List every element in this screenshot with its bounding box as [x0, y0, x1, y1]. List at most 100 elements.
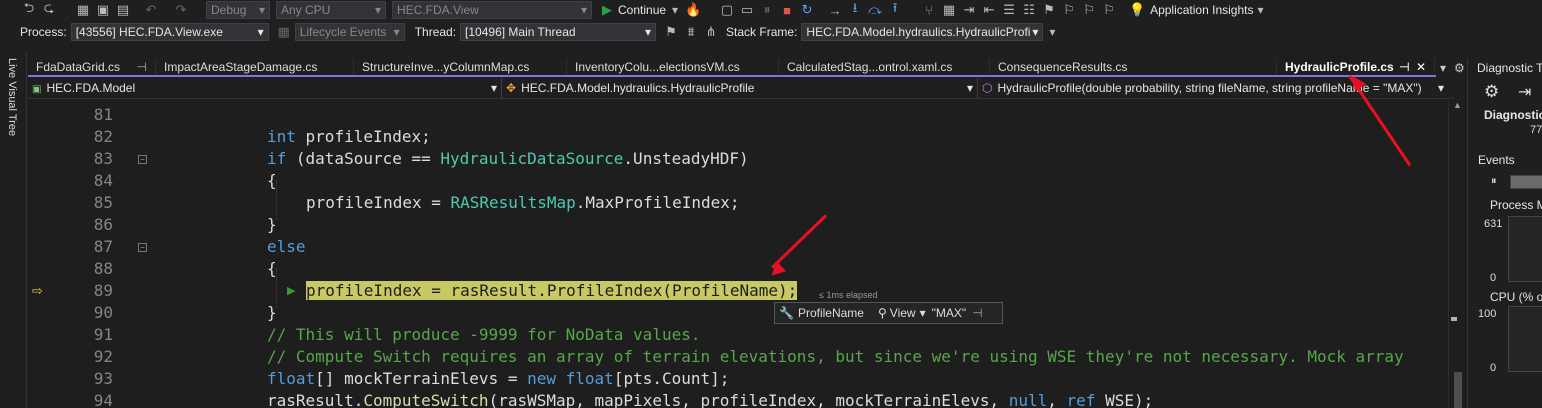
restart-icon[interactable]: ↻ — [798, 1, 816, 19]
code-line-91: // This will produce -9999 for NoData va… — [267, 325, 701, 344]
member-dropdown[interactable]: ⬡ HydraulicProfile(double probability, st… — [978, 78, 1448, 98]
process-icon[interactable]: ▢ — [718, 1, 736, 19]
comment-icon[interactable]: ☰ — [1000, 1, 1018, 19]
current-statement-highlight: profileIndex = rasResult.ProfileIndex(Pr… — [306, 281, 798, 300]
code-line-84: { — [267, 171, 277, 190]
threads-icon[interactable]: ⩩ — [682, 23, 700, 41]
live-visual-tree-tab[interactable]: Live Visual Tree — [6, 58, 18, 136]
pin-icon[interactable]: ⊣ — [137, 60, 147, 74]
back-icon[interactable]: ⮌ — [20, 0, 38, 19]
bookmark-icon[interactable]: ⚑ — [1040, 1, 1058, 19]
configuration-select[interactable]: Debug ▾ — [206, 1, 270, 19]
play-icon[interactable]: ▶ — [598, 1, 616, 19]
code-line-87: else — [267, 237, 306, 256]
lifecycle-events-select[interactable]: Lifecycle Events ▾ — [294, 23, 405, 41]
uncomment-icon[interactable]: ☷ — [1020, 1, 1038, 19]
thread-select[interactable]: [10496] Main Thread ▾ — [460, 23, 657, 41]
save-icon[interactable]: ▣ — [94, 1, 112, 19]
breakpoints-icon[interactable]: ▦ — [940, 1, 958, 19]
line-number: 92 — [93, 347, 113, 366]
line-number: 91 — [93, 325, 113, 344]
tab-structureinventory[interactable]: StructureInve...yColumnMap.cs — [354, 58, 567, 75]
pin-icon[interactable]: ⊣ — [1399, 60, 1410, 74]
events-timeline[interactable] — [1510, 175, 1542, 189]
chevron-down-icon: ▾ — [580, 3, 587, 17]
git-icon[interactable]: ⑂ — [920, 1, 938, 19]
scroll-thumb[interactable] — [1454, 372, 1462, 408]
flag-icon[interactable]: ⚑ — [662, 23, 680, 41]
pause-icon[interactable]: ⏸ — [1491, 175, 1497, 188]
chevron-down-icon: ▾ — [1032, 25, 1039, 39]
collapse-icon[interactable]: − — [138, 243, 147, 252]
line-number: 81 — [93, 105, 113, 124]
line-number: 89 — [93, 281, 113, 300]
indicator-margin[interactable] — [28, 100, 46, 408]
process-select[interactable]: [43556] HEC.FDA.View.exe ▾ — [70, 23, 269, 41]
bookmark-clear-icon[interactable]: ⚐ — [1100, 1, 1118, 19]
settings-icon[interactable]: ⚙ — [1454, 61, 1465, 75]
close-icon[interactable]: ✕ — [1416, 60, 1426, 74]
chevron-down-icon[interactable]: ▾ — [672, 3, 678, 17]
chevron-down-icon: ▾ — [257, 25, 264, 39]
undo-icon[interactable]: ↶ — [142, 1, 160, 19]
platform-select[interactable]: Any CPU ▾ — [276, 1, 386, 19]
scroll-up-icon[interactable]: ▲ — [1453, 100, 1462, 110]
step-over-icon[interactable]: ⤼ — [866, 1, 884, 19]
run-to-click-icon[interactable]: ▶ — [287, 284, 295, 297]
filter-icon[interactable]: ⋔ — [702, 23, 720, 41]
cpu-graph[interactable] — [1508, 306, 1542, 372]
class-icon: ✥ — [506, 81, 517, 95]
magnifier-icon[interactable]: ⚲ — [878, 306, 887, 320]
save-all-icon[interactable]: ▤ — [114, 1, 132, 19]
app-insights-button[interactable]: Application Insights — [1150, 3, 1253, 17]
diagnostic-tools-title[interactable]: Diagnostic T — [1477, 61, 1542, 75]
gear-icon[interactable]: ⚙ — [1484, 82, 1499, 102]
indent-icon[interactable]: ⇥ — [960, 1, 978, 19]
collapse-icon[interactable]: − — [138, 155, 147, 164]
pin-icon[interactable]: ⊣ — [972, 306, 982, 320]
tab-calculatedstage[interactable]: CalculatedStag...ontrol.xaml.cs — [779, 58, 990, 75]
startup-project-select[interactable]: HEC.FDA.View ▾ — [392, 1, 592, 19]
tab-list-icon[interactable]: ▾ — [1440, 61, 1446, 75]
step-into-icon[interactable]: ⭳ — [846, 0, 864, 19]
vertical-scrollbar[interactable]: ▲ — [1448, 100, 1466, 408]
memory-graph[interactable] — [1508, 216, 1542, 282]
cpu-max-value: 100 — [1478, 308, 1497, 320]
cpu-min-value: 0 — [1490, 362, 1497, 374]
datatip-view-button[interactable]: View — [890, 306, 916, 320]
chevron-down-icon[interactable]: ▾ — [920, 306, 926, 320]
chevron-down-icon: ▾ — [1437, 81, 1444, 95]
outdent-icon[interactable]: ⇤ — [980, 1, 998, 19]
solution-icon[interactable]: ▦ — [74, 1, 92, 19]
stop-icon[interactable]: ■ — [778, 1, 796, 19]
code-line-83: if (dataSource == HydraulicDataSource.Un… — [267, 149, 749, 168]
project-dropdown[interactable]: ▣ HEC.FDA.Model ▾ — [28, 78, 502, 98]
hot-reload-icon[interactable]: 🔥 — [684, 1, 702, 19]
forward-icon[interactable]: ⮎ — [40, 0, 58, 19]
tab-fdadatagrid[interactable]: FdaDataGrid.cs ⊣ — [28, 58, 156, 75]
data-tip[interactable]: 🔧 ProfileName ⚲ View ▾ "MAX" ⊣ — [774, 302, 1003, 324]
pause-icon[interactable]: ⏸ — [758, 1, 776, 19]
datatip-value[interactable]: "MAX" — [932, 306, 967, 320]
step-out-icon[interactable]: ⭱ — [886, 0, 904, 19]
events-icon[interactable]: ▭ — [738, 1, 756, 19]
chevron-down-icon[interactable]: ▾ — [1257, 3, 1263, 17]
export-icon[interactable]: ⇥ — [1518, 82, 1531, 102]
redo-icon[interactable]: ↷ — [172, 1, 190, 19]
continue-button[interactable]: Continue — [618, 3, 666, 17]
code-editor[interactable]: ⇨ 81 82 83 84 85 86 87 88 89 90 91 92 93… — [28, 100, 1448, 408]
tab-consequenceresults[interactable]: ConsequenceResults.cs — [990, 58, 1277, 75]
overflow-icon[interactable]: ▾ — [1049, 25, 1055, 39]
bookmark-next-icon[interactable]: ⚐ — [1080, 1, 1098, 19]
bookmark-prev-icon[interactable]: ⚐ — [1060, 1, 1078, 19]
code-line-88: { — [267, 259, 277, 278]
class-dropdown[interactable]: ✥ HEC.FDA.Model.hydraulics.HydraulicProfi… — [502, 78, 978, 98]
debug-location-bar: Process: [43556] HEC.FDA.View.exe ▾ ▦ Lif… — [0, 20, 1542, 44]
tab-inventorycolumn[interactable]: InventoryColu...electionsVM.cs — [567, 58, 779, 75]
live-visual-tree-panel[interactable]: Live Visual Tree — [0, 52, 27, 408]
line-number: 88 — [93, 259, 113, 278]
stack-frame-select[interactable]: HEC.FDA.Model.hydraulics.HydraulicProfi ▾ — [801, 23, 1044, 41]
app-insights-icon[interactable]: 💡 — [1128, 1, 1146, 19]
tab-impactareastagedamage[interactable]: ImpactAreaStageDamage.cs — [156, 58, 354, 75]
show-next-statement-icon[interactable]: → — [826, 1, 844, 19]
